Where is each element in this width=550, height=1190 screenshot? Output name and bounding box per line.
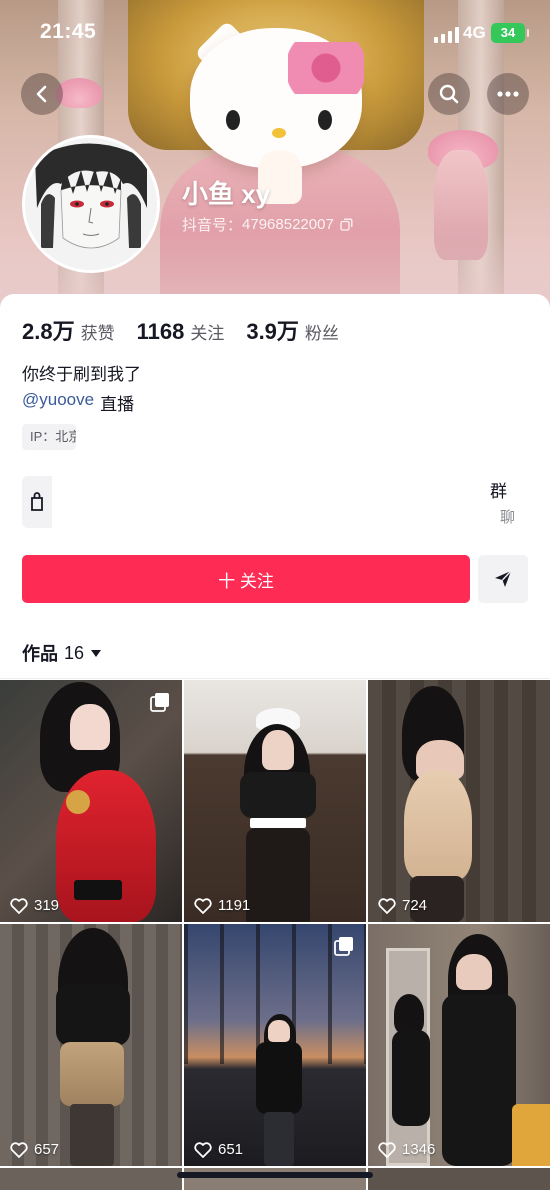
- avatar-image: [25, 138, 157, 270]
- search-button[interactable]: [428, 73, 470, 115]
- video-like-count: 657: [10, 1141, 59, 1158]
- status-bar: 21:45 4G 34: [0, 0, 550, 64]
- like-count-text: 1346: [402, 1141, 436, 1158]
- back-button[interactable]: [21, 73, 63, 115]
- shop-entry-card[interactable]: [22, 476, 52, 528]
- status-time: 21:45: [40, 20, 97, 43]
- video-tile[interactable]: 1191: [184, 680, 366, 922]
- home-indicator[interactable]: [177, 1172, 373, 1178]
- back-icon: [36, 85, 47, 103]
- fan-group-sub: 聊: [500, 509, 516, 526]
- stat-following[interactable]: 1168 关注: [137, 319, 225, 345]
- cover-kitty-eye: [226, 110, 240, 130]
- stat-number: 2.8万: [22, 319, 75, 344]
- heart-icon: [194, 1141, 212, 1158]
- video-tile[interactable]: 651: [184, 924, 366, 1166]
- douyin-id-value: 47968522007: [242, 216, 334, 233]
- video-tile[interactable]: [368, 1168, 550, 1190]
- search-icon: [439, 84, 459, 104]
- stat-number: 3.9万: [246, 319, 299, 344]
- stat-likes[interactable]: 2.8万 获赞: [22, 314, 115, 346]
- tab-works[interactable]: 作品 16: [22, 640, 102, 666]
- signal-icon: [434, 27, 460, 43]
- battery-icon: 34: [491, 23, 529, 43]
- video-like-count: 724: [378, 897, 427, 914]
- cover-kitty-eye: [318, 110, 332, 130]
- send-icon: [495, 570, 512, 587]
- video-like-count: 651: [194, 1141, 243, 1158]
- video-tile[interactable]: 724: [368, 680, 550, 922]
- profile-stats: 2.8万 获赞 1168 关注 3.9万 粉丝: [22, 314, 361, 346]
- video-tile[interactable]: 319: [0, 680, 182, 922]
- video-like-count: 319: [10, 897, 59, 914]
- bio-mention-suffix: 直播: [100, 395, 135, 414]
- heart-icon: [194, 897, 212, 914]
- multi-image-icon: [334, 937, 353, 956]
- more-button[interactable]: [487, 73, 529, 115]
- divider: [0, 678, 550, 679]
- heart-icon: [10, 1141, 28, 1158]
- bio-text: 你终于刷到我了: [22, 365, 141, 384]
- douyin-id[interactable]: 抖音号： 47968522007: [182, 214, 353, 235]
- stat-label: 获赞: [80, 324, 115, 343]
- video-tile[interactable]: [0, 1168, 182, 1190]
- shop-icon: [31, 492, 43, 511]
- bio-mention-link[interactable]: @yuoove: [22, 390, 94, 415]
- bio-mention-line: @yuoove 直播: [22, 390, 134, 415]
- stat-number: 1168: [136, 319, 185, 344]
- fan-group-label[interactable]: 群: [490, 477, 507, 502]
- ip-location-tag: IP：北京: [22, 424, 76, 450]
- avatar[interactable]: [22, 135, 160, 273]
- more-icon: [497, 91, 519, 97]
- multi-image-icon: [150, 693, 169, 712]
- works-label: 作品: [22, 644, 58, 664]
- video-tile[interactable]: 1346: [368, 924, 550, 1166]
- video-like-count: 1191: [194, 897, 250, 914]
- heart-icon: [378, 897, 396, 914]
- caret-down-icon: [91, 650, 102, 657]
- works-count: 16: [64, 642, 85, 663]
- cover-kitty-nose: [272, 128, 286, 138]
- stat-label: 粉丝: [304, 324, 339, 343]
- network-type: 4G: [463, 23, 486, 42]
- like-count-text: 1191: [218, 897, 251, 914]
- follow-button[interactable]: 十 关注: [22, 555, 470, 603]
- like-count-text: 724: [402, 897, 428, 914]
- copy-icon[interactable]: [340, 218, 353, 231]
- stat-followers[interactable]: 3.9万 粉丝: [246, 314, 339, 346]
- like-count-text: 651: [218, 1141, 244, 1158]
- video-tile[interactable]: 657: [0, 924, 182, 1166]
- message-button[interactable]: [478, 555, 528, 603]
- heart-icon: [378, 1141, 396, 1158]
- video-like-count: 1346: [378, 1141, 435, 1158]
- heart-icon: [10, 897, 28, 914]
- douyin-id-label: 抖音号：: [182, 217, 243, 234]
- stat-label: 关注: [190, 324, 225, 343]
- nickname: 小鱼 xy: [182, 179, 271, 209]
- like-count-text: 319: [34, 897, 60, 914]
- like-count-text: 657: [34, 1141, 60, 1158]
